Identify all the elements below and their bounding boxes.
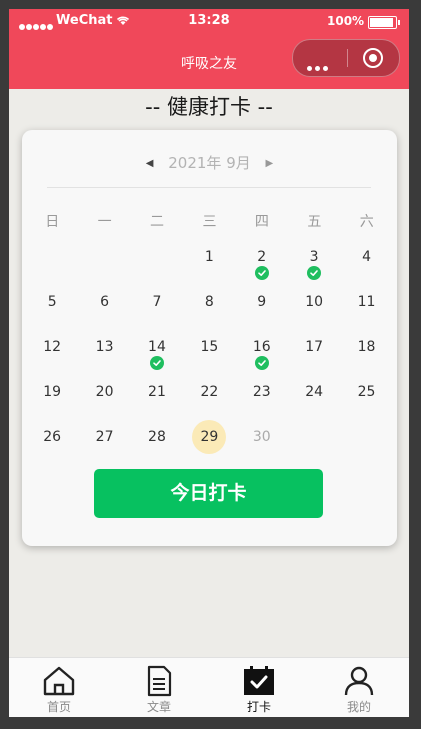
tab-label: 文章 <box>146 700 171 714</box>
day-number: 7 <box>152 294 162 310</box>
battery-percent: 100% <box>327 14 365 28</box>
day-cell[interactable]: 15 <box>183 328 235 373</box>
day-number: 28 <box>148 429 166 445</box>
checked-in-icon <box>254 266 269 280</box>
weekday-label: 二 <box>150 214 165 230</box>
day-number: 22 <box>200 384 219 400</box>
close-miniprogram-icon[interactable] <box>363 48 383 68</box>
day-cell[interactable]: 26 <box>26 418 78 463</box>
tab-home[interactable]: 首页 <box>9 658 109 717</box>
day-cell[interactable]: 13 <box>78 328 130 373</box>
day-number: 25 <box>357 384 376 400</box>
day-cell[interactable]: 25 <box>340 373 392 418</box>
day-number: 8 <box>204 294 214 310</box>
day-cell[interactable]: 12 <box>26 328 78 373</box>
page-title: -- 健康打卡 -- <box>145 95 273 119</box>
day-number: 17 <box>305 339 324 355</box>
day-number: 19 <box>43 384 62 400</box>
month-selector: ◀ 2021年 9月 ▶ <box>22 152 397 173</box>
tab-articles[interactable]: 文章 <box>109 658 209 717</box>
day-number: 13 <box>95 339 114 355</box>
day-number: 12 <box>43 339 62 355</box>
day-number: 1 <box>204 249 214 265</box>
day-cell[interactable]: 8 <box>183 283 235 328</box>
checked-in-icon <box>254 356 269 370</box>
day-number: 9 <box>257 294 267 310</box>
divider <box>47 187 371 188</box>
day-number: 23 <box>252 384 271 400</box>
tab-bar: 首页 文章 打卡 我的 <box>9 657 409 717</box>
weekday-label: 五 <box>307 214 322 230</box>
day-cell[interactable]: 1 <box>183 238 235 283</box>
weekday-label: 一 <box>97 214 112 230</box>
tab-checkin[interactable]: 打卡 <box>209 658 309 717</box>
day-cell[interactable]: 27 <box>78 418 130 463</box>
weekday-header: 日一二三四五六 <box>26 211 393 231</box>
day-cell[interactable]: 9 <box>236 283 288 328</box>
check-in-button[interactable]: 今日打卡 <box>94 469 323 518</box>
day-number: 29 <box>192 420 227 454</box>
day-cell[interactable]: 24 <box>288 373 340 418</box>
tab-label: 打卡 <box>246 700 271 714</box>
day-number: 20 <box>95 384 114 400</box>
day-cell[interactable]: 6 <box>78 283 130 328</box>
weekday-label: 四 <box>254 214 269 230</box>
day-number: 5 <box>47 294 57 310</box>
battery-icon <box>368 16 400 29</box>
month-label: 2021年 9月 <box>168 154 251 172</box>
empty-day-cell <box>78 238 130 283</box>
weekday-label: 三 <box>202 214 217 230</box>
day-cell-today[interactable]: 29 <box>183 418 235 463</box>
day-cell[interactable]: 11 <box>340 283 392 328</box>
day-number: 4 <box>362 249 371 265</box>
day-cell[interactable]: 21 <box>131 373 183 418</box>
day-cell[interactable]: 17 <box>288 328 340 373</box>
day-number: 10 <box>305 294 324 310</box>
day-cell[interactable]: 4 <box>340 238 392 283</box>
tab-label: 我的 <box>346 700 371 714</box>
day-cell[interactable]: 7 <box>131 283 183 328</box>
phone-screen: WeChat 13:28 100% 呼吸之友 -- 健康打卡 -- ◀ 2021… <box>9 9 409 717</box>
top-bar: WeChat 13:28 100% 呼吸之友 <box>9 9 409 89</box>
day-cell[interactable]: 30 <box>236 418 288 463</box>
more-options-icon[interactable] <box>307 56 331 75</box>
empty-day-cell <box>131 238 183 283</box>
weekday-label: 日 <box>45 214 60 230</box>
day-cell[interactable]: 18 <box>340 328 392 373</box>
day-number: 27 <box>95 429 114 445</box>
prev-month-icon[interactable]: ◀ <box>146 158 154 169</box>
day-number: 6 <box>100 294 110 310</box>
day-cell[interactable]: 19 <box>26 373 78 418</box>
capsule-divider <box>347 49 348 67</box>
day-cell[interactable]: 2 <box>236 238 288 283</box>
next-month-icon[interactable]: ▶ <box>266 158 274 169</box>
calendar-grid: 1 2 3 4 5 6 7 8 9 10 11 12 13 14 15 16 17 18 19 20 21 22 23 24 2… <box>26 238 393 463</box>
checked-in-icon <box>307 266 322 280</box>
miniprogram-capsule <box>292 39 400 77</box>
day-number: 21 <box>148 384 166 400</box>
empty-day-cell <box>26 238 78 283</box>
day-number: 11 <box>357 294 376 310</box>
day-cell[interactable]: 22 <box>183 373 235 418</box>
day-number: 15 <box>200 339 219 355</box>
day-cell[interactable]: 14 <box>131 328 183 373</box>
day-cell[interactable]: 5 <box>26 283 78 328</box>
status-bar: WeChat 13:28 100% <box>9 13 409 33</box>
day-cell[interactable]: 3 <box>288 238 340 283</box>
day-cell[interactable]: 28 <box>131 418 183 463</box>
checked-in-icon <box>149 356 164 370</box>
day-cell[interactable]: 23 <box>236 373 288 418</box>
day-cell[interactable]: 10 <box>288 283 340 328</box>
tab-mine[interactable]: 我的 <box>309 658 409 717</box>
weekday-label: 六 <box>359 214 374 230</box>
day-cell[interactable]: 20 <box>78 373 130 418</box>
day-number: 24 <box>305 384 324 400</box>
tab-label: 首页 <box>46 700 71 714</box>
day-number: 18 <box>357 339 376 355</box>
day-number: 26 <box>43 429 62 445</box>
day-cell[interactable]: 16 <box>236 328 288 373</box>
day-number: 30 <box>252 429 271 445</box>
calendar-card: ◀ 2021年 9月 ▶ 日一二三四五六 1 2 3 4 5 6 7 8 9 10 11 12 13 14… <box>22 130 397 546</box>
